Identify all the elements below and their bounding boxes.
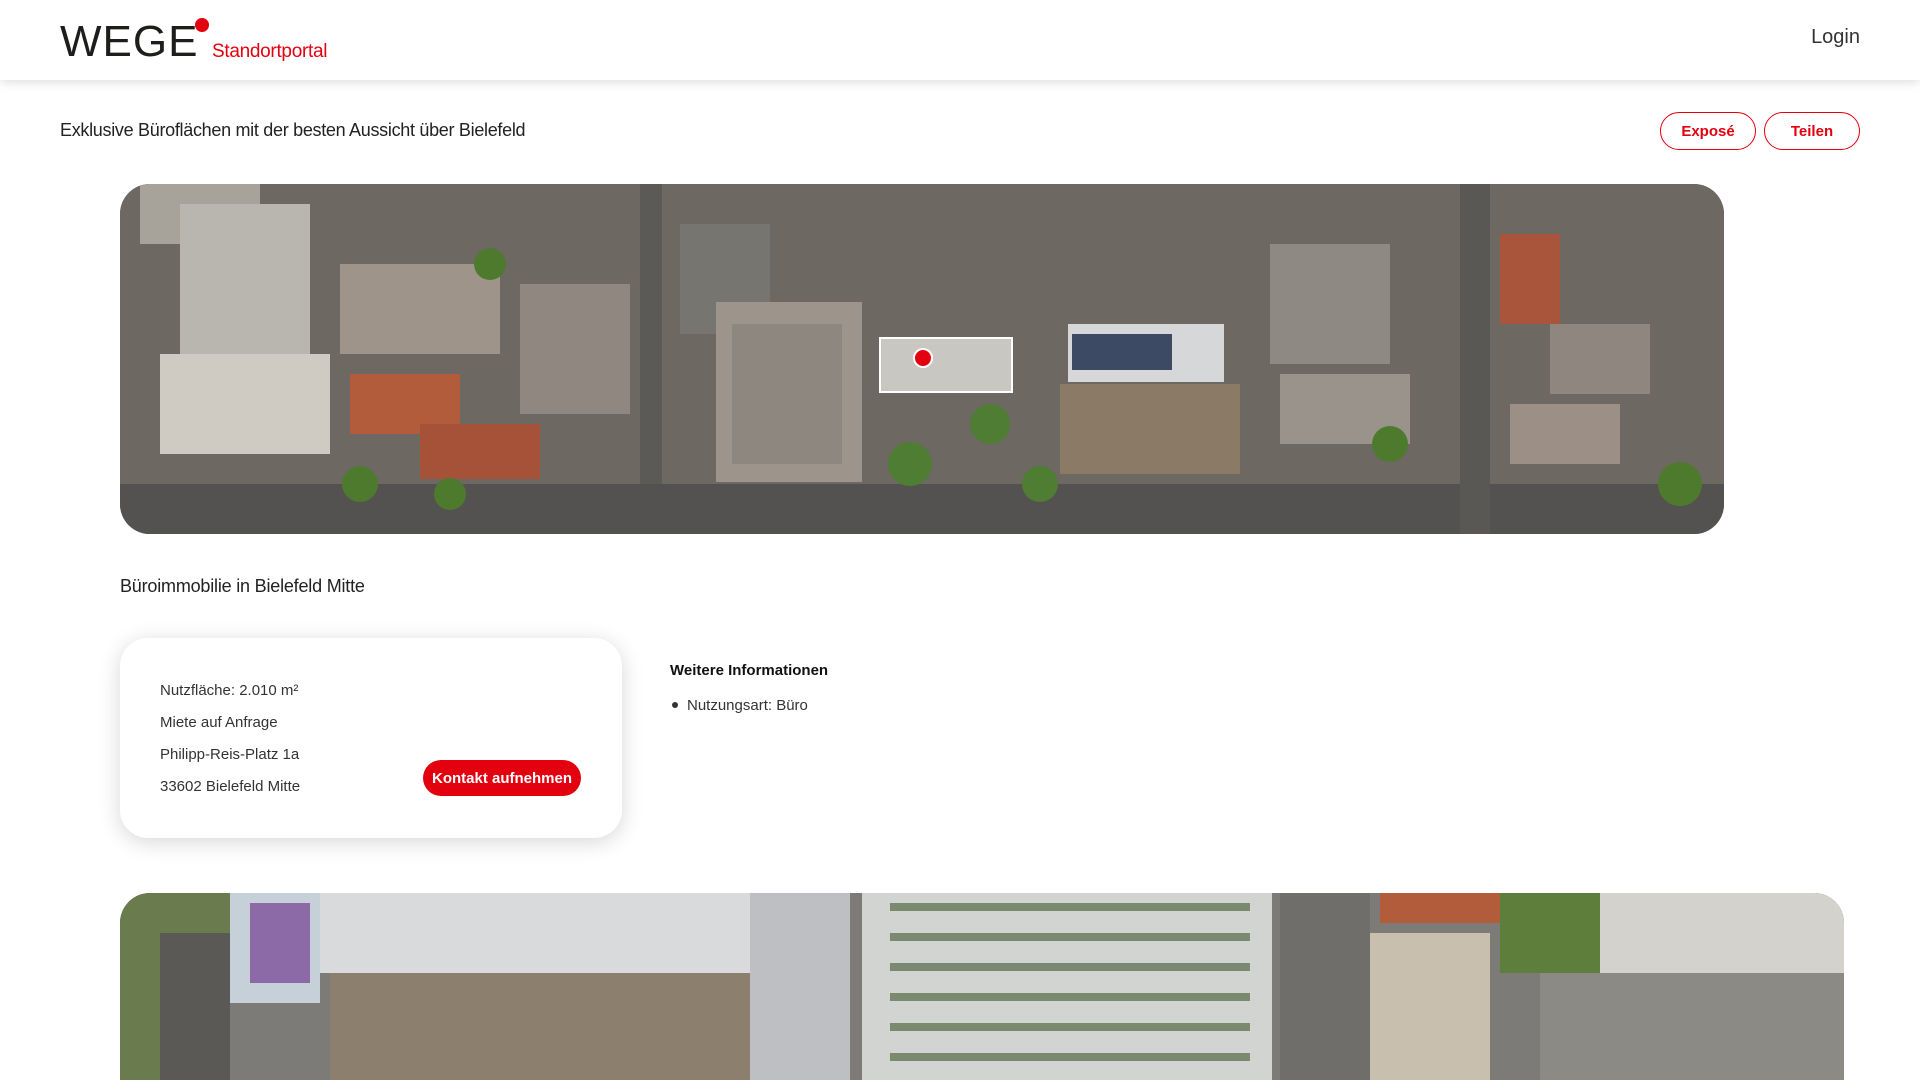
- share-button[interactable]: Teilen: [1764, 112, 1860, 150]
- address-street: Philipp-Reis-Platz 1a: [160, 746, 300, 763]
- property-info-card: Nutzfläche: 2.010 m² Miete auf Anfrage P…: [120, 638, 622, 838]
- logo-dot: [195, 18, 209, 32]
- aerial-map-image[interactable]: [120, 184, 1724, 534]
- building-perspective-graphic: [120, 893, 1844, 1080]
- building-perspective-image: [120, 893, 1844, 1080]
- property-title: Büroimmobilie in Bielefeld Mitte: [120, 576, 365, 596]
- bullet-icon: [672, 702, 678, 708]
- site-header: WEGE Standortportal Login: [0, 0, 1920, 80]
- more-info-item: Nutzungsart: Büro: [670, 697, 808, 714]
- logo-wordmark: WEGE: [60, 17, 199, 66]
- more-info-heading: Weitere Informationen: [670, 662, 829, 679]
- expose-button[interactable]: Exposé: [1660, 112, 1756, 150]
- address-city: 33602 Bielefeld Mitte: [160, 778, 301, 795]
- logo[interactable]: WEGE Standortportal: [60, 16, 340, 66]
- usable-area: Nutzfläche: 2.010 m²: [160, 682, 299, 699]
- login-link[interactable]: Login: [1811, 26, 1860, 49]
- rent-info: Miete auf Anfrage: [160, 714, 278, 731]
- usage-type: Nutzungsart: Büro: [687, 697, 808, 714]
- contact-button[interactable]: Kontakt aufnehmen: [423, 760, 581, 796]
- logo-subtitle: Standortportal: [212, 41, 328, 62]
- page-subtitle: Exklusive Büroflächen mit der besten Aus…: [60, 120, 526, 140]
- location-marker[interactable]: [913, 348, 933, 368]
